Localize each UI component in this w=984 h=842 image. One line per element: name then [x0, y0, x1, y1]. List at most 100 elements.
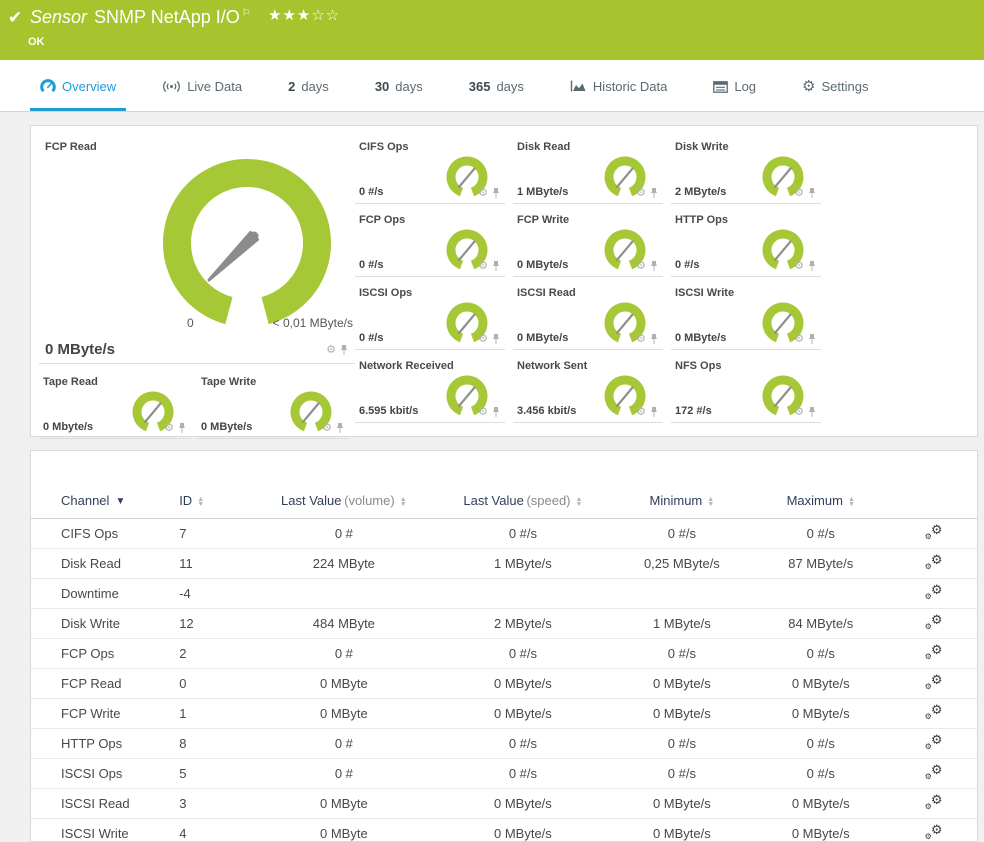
sort-icon[interactable]: ▲ ▼: [576, 496, 583, 508]
channel-settings-gear-icon[interactable]: ⚙: [322, 423, 332, 434]
channel-name[interactable]: Disk Write: [31, 608, 176, 639]
pin-icon[interactable]: [807, 333, 817, 345]
edit-channel-gears-icon[interactable]: ⚙ ⚙: [925, 612, 943, 631]
mini-gauge-cell[interactable]: Tape Read 0 Mbyte/s ⚙: [39, 373, 191, 439]
channel-name[interactable]: Disk Read: [31, 548, 176, 579]
tab-30-days[interactable]: 30 days: [365, 79, 433, 111]
edit-channel-gears-icon[interactable]: ⚙ ⚙: [925, 582, 943, 601]
pin-icon[interactable]: [807, 187, 817, 199]
edit-channel-gears-icon[interactable]: ⚙ ⚙: [925, 642, 943, 661]
tab-overview[interactable]: Overview: [30, 79, 127, 111]
column-header-last-value-speed[interactable]: Last Value (speed) ▲ ▼: [433, 487, 613, 519]
sort-icon[interactable]: ▲ ▼: [848, 496, 855, 508]
channel-row[interactable]: ISCSI Read 3 0 MByte 0 MByte/s 0 MByte/s…: [31, 788, 977, 819]
channel-name[interactable]: ISCSI Write: [31, 818, 176, 842]
edit-channel-gears-icon[interactable]: ⚙ ⚙: [925, 552, 943, 571]
channel-settings-gear-icon[interactable]: ⚙: [478, 188, 488, 199]
edit-channel-gears-icon[interactable]: ⚙ ⚙: [925, 702, 943, 721]
channel-settings-gear-icon[interactable]: ⚙: [636, 188, 646, 199]
channel-name[interactable]: FCP Ops: [31, 638, 176, 669]
channel-settings-gear-icon[interactable]: ⚙: [794, 334, 804, 345]
sort-descending-icon[interactable]: ▼: [115, 496, 125, 507]
pin-icon[interactable]: [339, 344, 349, 356]
edit-channel-gears-icon[interactable]: ⚙ ⚙: [925, 732, 943, 751]
channel-name[interactable]: ISCSI Ops: [31, 758, 176, 789]
pin-icon[interactable]: [491, 260, 501, 272]
channel-row[interactable]: Downtime -4 ⚙ ⚙: [31, 578, 977, 609]
edit-channel-gears-icon[interactable]: ⚙ ⚙: [925, 792, 943, 811]
primary-gauge-fcp-read[interactable]: FCP Read 0 < 0,01 MByte/s 0 MByte/s ⚙: [39, 138, 355, 364]
pin-icon[interactable]: [649, 406, 659, 418]
column-header-last-value-volume[interactable]: Last Value (volume) ▲ ▼: [254, 487, 434, 519]
column-header-minimum[interactable]: Minimum ▲ ▼: [612, 487, 752, 519]
channel-name[interactable]: HTTP Ops: [31, 728, 176, 759]
mini-gauge-cell[interactable]: HTTP Ops 0 #/s ⚙: [671, 211, 821, 277]
tab-365-days[interactable]: 365 days: [459, 79, 534, 111]
channel-name[interactable]: ISCSI Read: [31, 788, 176, 819]
channel-row[interactable]: ISCSI Write 4 0 MByte 0 MByte/s 0 MByte/…: [31, 818, 977, 842]
column-header-maximum[interactable]: Maximum ▲ ▼: [751, 487, 891, 519]
mini-gauge-cell[interactable]: Tape Write 0 MByte/s ⚙: [197, 373, 349, 439]
mini-gauge-cell[interactable]: ISCSI Ops 0 #/s ⚙: [355, 284, 505, 350]
flag-icon[interactable]: ⚐: [242, 8, 251, 19]
pin-icon[interactable]: [491, 406, 501, 418]
channel-row[interactable]: FCP Read 0 0 MByte 0 MByte/s 0 MByte/s 0…: [31, 668, 977, 699]
channel-settings-gear-icon[interactable]: ⚙: [794, 261, 804, 272]
mini-gauge-cell[interactable]: FCP Ops 0 #/s ⚙: [355, 211, 505, 277]
pin-icon[interactable]: [649, 187, 659, 199]
channel-settings-gear-icon[interactable]: ⚙: [164, 423, 174, 434]
edit-channel-gears-icon[interactable]: ⚙ ⚙: [925, 822, 943, 841]
channel-settings-gear-icon[interactable]: ⚙: [794, 407, 804, 418]
pin-icon[interactable]: [335, 422, 345, 434]
channel-settings-gear-icon[interactable]: ⚙: [478, 407, 488, 418]
pin-icon[interactable]: [807, 260, 817, 272]
channel-settings-gear-icon[interactable]: ⚙: [478, 334, 488, 345]
pin-icon[interactable]: [807, 406, 817, 418]
channel-row[interactable]: HTTP Ops 8 0 # 0 #/s 0 #/s 0 #/s ⚙ ⚙: [31, 728, 977, 759]
pin-icon[interactable]: [491, 333, 501, 345]
pin-icon[interactable]: [649, 333, 659, 345]
channel-name[interactable]: Downtime: [31, 578, 176, 609]
tab-log[interactable]: Log: [703, 79, 766, 111]
channel-name[interactable]: CIFS Ops: [31, 518, 176, 549]
channel-settings-gear-icon[interactable]: ⚙: [636, 334, 646, 345]
channel-settings-gear-icon[interactable]: ⚙: [636, 261, 646, 272]
tab-2-days[interactable]: 2 days: [278, 79, 339, 111]
channel-settings-gear-icon[interactable]: ⚙: [794, 188, 804, 199]
mini-gauge-cell[interactable]: Network Sent 3.456 kbit/s ⚙: [513, 357, 663, 423]
mini-gauge-cell[interactable]: Disk Write 2 MByte/s ⚙: [671, 138, 821, 204]
pin-icon[interactable]: [491, 187, 501, 199]
mini-gauge-cell[interactable]: CIFS Ops 0 #/s ⚙: [355, 138, 505, 204]
edit-channel-gears-icon[interactable]: ⚙ ⚙: [925, 762, 943, 781]
priority-stars[interactable]: ★★★☆☆: [268, 6, 340, 24]
sort-icon[interactable]: ▲ ▼: [197, 496, 204, 508]
edit-channel-gears-icon[interactable]: ⚙ ⚙: [925, 522, 943, 541]
mini-gauge-cell[interactable]: ISCSI Read 0 MByte/s ⚙: [513, 284, 663, 350]
tab-settings[interactable]: ⚙ Settings: [792, 79, 878, 111]
channel-row[interactable]: FCP Write 1 0 MByte 0 MByte/s 0 MByte/s …: [31, 698, 977, 729]
sort-icon[interactable]: ▲ ▼: [400, 496, 407, 508]
mini-gauge-cell[interactable]: Disk Read 1 MByte/s ⚙: [513, 138, 663, 204]
channel-row[interactable]: ISCSI Ops 5 0 # 0 #/s 0 #/s 0 #/s ⚙ ⚙: [31, 758, 977, 789]
sort-icon[interactable]: ▲ ▼: [707, 496, 714, 508]
channel-settings-gear-icon[interactable]: ⚙: [478, 261, 488, 272]
column-header-id[interactable]: ID ▲ ▼: [175, 487, 255, 519]
tab-live-data[interactable]: Live Data: [152, 79, 252, 111]
channel-row[interactable]: Disk Write 12 484 MByte 2 MByte/s 1 MByt…: [31, 608, 977, 639]
pin-icon[interactable]: [649, 260, 659, 272]
edit-channel-gears-icon[interactable]: ⚙ ⚙: [925, 672, 943, 691]
channel-settings-gear-icon[interactable]: ⚙: [326, 345, 336, 356]
mini-gauge-cell[interactable]: NFS Ops 172 #/s ⚙: [671, 357, 821, 423]
tab-historic-data[interactable]: Historic Data: [560, 79, 677, 111]
mini-gauge-cell[interactable]: FCP Write 0 MByte/s ⚙: [513, 211, 663, 277]
mini-gauge-cell[interactable]: ISCSI Write 0 MByte/s ⚙: [671, 284, 821, 350]
mini-gauge-cell[interactable]: Network Received 6.595 kbit/s ⚙: [355, 357, 505, 423]
channel-row[interactable]: CIFS Ops 7 0 # 0 #/s 0 #/s 0 #/s ⚙ ⚙: [31, 518, 977, 549]
column-header-channel[interactable]: Channel ▼: [31, 487, 176, 519]
pin-icon[interactable]: [177, 422, 187, 434]
channel-row[interactable]: Disk Read 11 224 MByte 1 MByte/s 0,25 MB…: [31, 548, 977, 579]
channel-name[interactable]: FCP Write: [31, 698, 176, 729]
channel-settings-gear-icon[interactable]: ⚙: [636, 407, 646, 418]
channel-row[interactable]: FCP Ops 2 0 # 0 #/s 0 #/s 0 #/s ⚙ ⚙: [31, 638, 977, 669]
channel-name[interactable]: FCP Read: [31, 668, 176, 699]
